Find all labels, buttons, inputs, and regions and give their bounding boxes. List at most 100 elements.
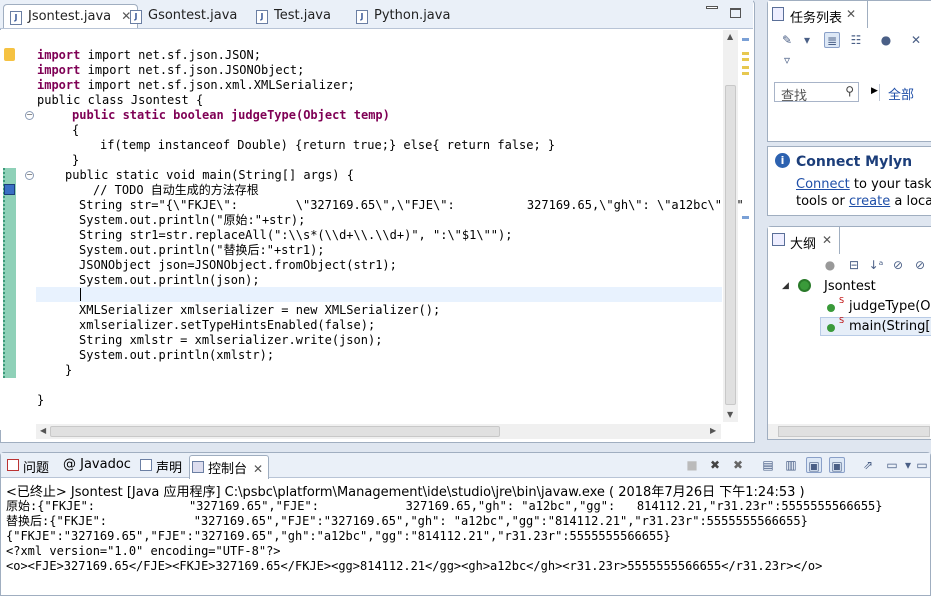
static-marker: S — [839, 316, 845, 325]
class-declaration: public class Jsontest { — [37, 93, 204, 107]
outline-tab[interactable]: 大纲 ✕ — [768, 227, 840, 254]
declaration-icon — [140, 459, 152, 471]
java-file-icon: J — [356, 10, 368, 24]
filter-all-link[interactable]: 全部 — [888, 84, 914, 103]
tab-jsontest[interactable]: J Jsontest.java ✕ — [3, 4, 139, 28]
print-replaced: System.out.println("替换后:"+str1); — [79, 243, 325, 257]
outline-class-name[interactable]: Jsontest — [824, 279, 876, 294]
task-list-tab[interactable]: 任务列表 ✕ — [768, 1, 868, 28]
create-link[interactable]: create — [849, 194, 890, 209]
class-icon — [798, 279, 811, 292]
current-line-highlight — [36, 287, 722, 302]
console-header: <已终止> Jsontest [Java 应用程序] C:\psbc\platf… — [6, 485, 805, 500]
outline-title: 大纲 — [790, 237, 817, 252]
close-tab-icon[interactable]: ✕ — [822, 233, 832, 247]
close-tab-icon[interactable]: ✕ — [253, 462, 263, 476]
task-list-icon — [772, 7, 784, 21]
hide-static-icon[interactable]: ⊘ — [912, 257, 928, 273]
main-method-signature: public static void main(String[] args) { — [65, 168, 354, 182]
if-statement: if(temp instanceof Double) {return true;… — [100, 138, 556, 152]
info-icon: i — [775, 153, 790, 168]
problems-icon — [7, 459, 19, 471]
focus-icon[interactable]: ● — [878, 32, 894, 48]
tab-label: Gsontest.java — [148, 8, 238, 23]
display-console-icon[interactable]: ▭ — [884, 457, 900, 473]
method-icon — [827, 304, 835, 312]
scroll-up-icon[interactable]: ▲ — [727, 32, 733, 41]
console-line-original: 原始:{"FKJE": "327169.65","FJE": 327169.65… — [6, 499, 883, 513]
show-stdout-icon[interactable]: ▣ — [806, 457, 822, 473]
mylyn-text-line1: Connect to your task an — [796, 177, 931, 192]
outline-scroll-thumb[interactable] — [778, 426, 930, 437]
tab-test[interactable]: J Test.java — [250, 4, 337, 28]
search-icon[interactable]: ⚲ — [845, 84, 854, 98]
remove-all-icon[interactable]: ✖ — [730, 457, 746, 473]
print-json: System.out.println(json); — [79, 273, 260, 287]
task-search-input[interactable]: 查找 ⚲ — [774, 82, 859, 104]
mylyn-title: Connect Mylyn — [796, 154, 913, 170]
tab-gsontest[interactable]: J Gsontest.java — [124, 4, 243, 28]
open-console-icon[interactable]: ▭ — [914, 457, 930, 473]
java-file-icon: J — [130, 10, 142, 24]
overview-ruler[interactable] — [739, 30, 753, 422]
console-line-json: {"FKJE":"327169.65","FJE":"327169.65","g… — [6, 529, 671, 543]
java-file-icon: J — [10, 11, 22, 25]
sort-icon[interactable]: ↓ᵃ — [868, 257, 884, 273]
str-declaration: String str="{\"FKJE\": \"327169.65\",\"F… — [79, 198, 744, 212]
xml-serializer-line: XMLSerializer xmlserializer = new XMLSer… — [79, 303, 441, 317]
scroll-lock-icon[interactable]: ▥ — [783, 457, 799, 473]
xml-write-line: String xmlstr = xmlserializer.write(json… — [79, 333, 383, 347]
tab-problems[interactable]: 问题 — [5, 457, 49, 476]
vertical-scroll-thumb[interactable] — [725, 85, 736, 405]
arrow-right-icon[interactable]: ▶ — [871, 86, 878, 96]
new-task-icon[interactable]: ✎ — [779, 32, 795, 48]
expand-icon[interactable]: ◢ — [782, 281, 789, 291]
fold-collapse-icon[interactable]: − — [25, 171, 34, 180]
outline-method-judgetype[interactable]: judgeType(Ob — [849, 299, 931, 314]
import-line: import import net.sf.json.JSON; — [37, 48, 261, 62]
console-icon — [192, 461, 204, 473]
minimize-icon[interactable] — [706, 6, 718, 9]
task-marker-icon[interactable] — [4, 184, 15, 195]
pin-console-icon[interactable]: ⇗ — [860, 457, 876, 473]
tab-javadoc[interactable]: @ Javadoc — [59, 457, 131, 472]
import-line: import import net.sf.json.JSONObject; — [37, 63, 305, 77]
outline-method-main[interactable]: main(String[] — [849, 319, 931, 334]
collapse-icon[interactable]: ⊟ — [846, 257, 862, 273]
text-caret — [80, 288, 81, 301]
brace-line: } — [72, 153, 80, 167]
scroll-down-icon[interactable]: ▼ — [727, 410, 733, 419]
maximize-icon[interactable] — [730, 8, 741, 18]
collapse-all-icon[interactable]: ● — [822, 257, 838, 273]
horizontal-scroll-thumb[interactable] — [50, 426, 500, 437]
hide-fields-icon[interactable]: ⊘ — [890, 257, 906, 273]
tab-label: Jsontest.java — [28, 9, 112, 24]
console-line-xml: <o><FJE>327169.65</FJE><FKJE>327169.65</… — [6, 559, 823, 573]
tab-console[interactable]: 控制台 ✕ — [189, 455, 269, 479]
tab-label: Python.java — [374, 8, 451, 23]
categorize-icon[interactable]: ≣ — [824, 32, 840, 48]
brace-line: { — [72, 123, 80, 137]
scroll-right-icon[interactable]: ▶ — [710, 426, 716, 435]
tab-python[interactable]: J Python.java — [350, 4, 456, 28]
method-icon — [827, 324, 835, 332]
search-placeholder: 查找 — [781, 89, 808, 104]
terminate-icon[interactable]: ■ — [684, 457, 700, 473]
unlink-icon[interactable]: ✕ — [908, 32, 924, 48]
scroll-left-icon[interactable]: ◀ — [40, 426, 46, 435]
view-menu-icon[interactable]: ▿ — [779, 52, 795, 68]
schedule-icon[interactable]: ☷ — [848, 32, 864, 48]
show-stderr-icon[interactable]: ▣ — [829, 457, 845, 473]
fold-collapse-icon[interactable]: − — [25, 111, 34, 120]
close-tab-icon[interactable]: ✕ — [846, 7, 856, 21]
class-close-brace: } — [37, 393, 45, 407]
chevron-down-icon[interactable]: ▾ — [799, 32, 815, 48]
warning-icon[interactable] — [4, 48, 15, 61]
clear-console-icon[interactable]: ▤ — [760, 457, 776, 473]
outline-icon — [772, 233, 785, 246]
replace-line: String str1=str.replaceAll(":\\s*(\\d+\\… — [79, 228, 513, 242]
print-xml: System.out.println(xmlstr); — [79, 348, 275, 362]
remove-launch-icon[interactable]: ✖ — [707, 457, 723, 473]
tab-declaration[interactable]: 声明 — [138, 457, 182, 476]
connect-link[interactable]: Connect — [796, 177, 850, 192]
